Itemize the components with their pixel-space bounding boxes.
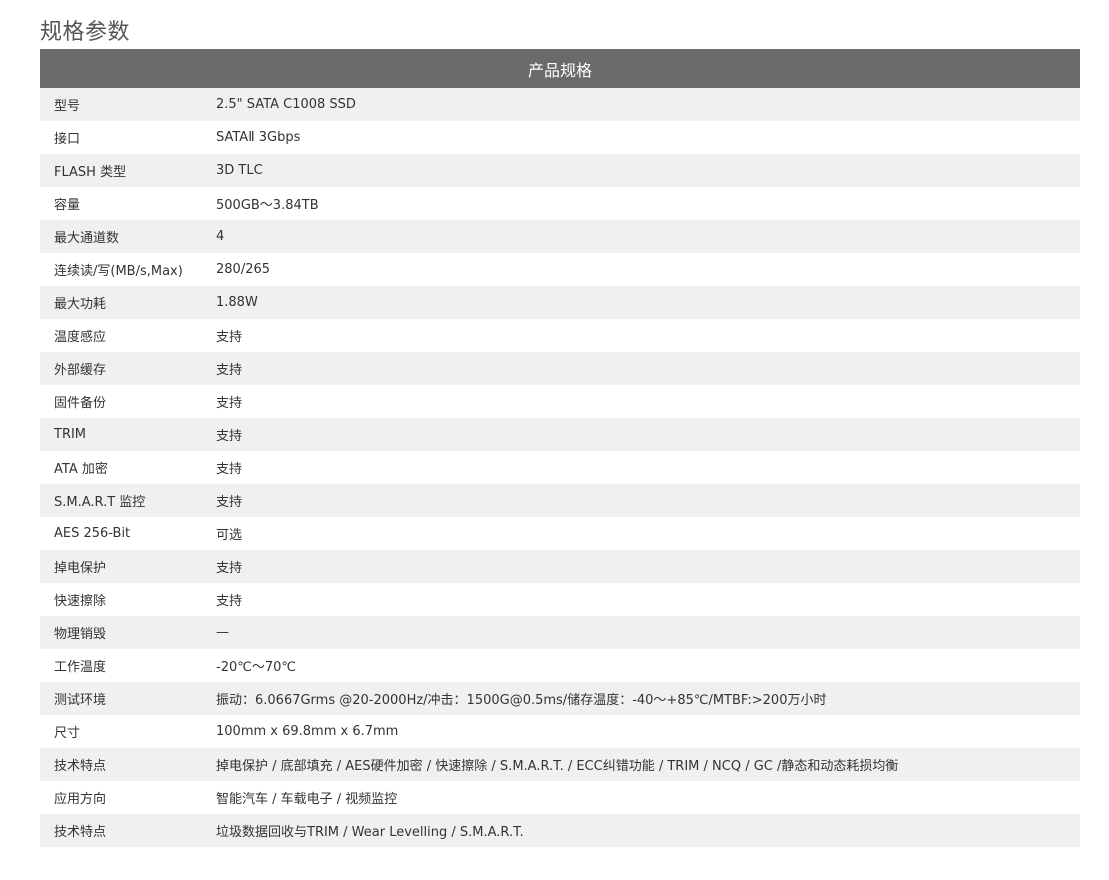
spec-label: AES 256-Bit	[40, 517, 202, 550]
table-row: ATA 加密 支持	[40, 451, 1081, 484]
table-row: TRIM 支持	[40, 418, 1081, 451]
spec-label: 最大功耗	[40, 286, 202, 319]
spec-label: 技术特点	[40, 814, 202, 847]
table-row: 尺寸 100mm x 69.8mm x 6.7mm	[40, 715, 1081, 748]
spec-label: ATA 加密	[40, 451, 202, 484]
spec-value: —	[202, 616, 1081, 649]
table-row: 型号 2.5" SATA C1008 SSD	[40, 88, 1081, 121]
table-row: S.M.A.R.T 监控 支持	[40, 484, 1081, 517]
table-row: 测试环境 振动：6.0667Grms @20-2000Hz/冲击：1500G@0.…	[40, 682, 1081, 715]
spec-table: 产品规格 型号 2.5" SATA C1008 SSD 接口 SATAⅡ 3Gbps…	[40, 49, 1081, 847]
spec-value: 支持	[202, 385, 1081, 418]
spec-label: 掉电保护	[40, 550, 202, 583]
spec-label: S.M.A.R.T 监控	[40, 484, 202, 517]
spec-value: 可选	[202, 517, 1081, 550]
table-row: AES 256-Bit 可选	[40, 517, 1081, 550]
spec-value: 支持	[202, 484, 1081, 517]
table-row: 物理销毁 —	[40, 616, 1081, 649]
spec-value: 支持	[202, 451, 1081, 484]
spec-label: 容量	[40, 187, 202, 220]
spec-label: 温度感应	[40, 319, 202, 352]
table-row: 技术特点 掉电保护 / 底部填充 / AES硬件加密 / 快速擦除 / S.M.A…	[40, 748, 1081, 781]
spec-value: 智能汽车 / 车载电子 / 视频监控	[202, 781, 1081, 814]
table-row: 容量 500GB～3.84TB	[40, 187, 1081, 220]
table-row: 技术特点 垃圾数据回收与TRIM / Wear Levelling / S.M.A…	[40, 814, 1081, 847]
spec-label: 快速擦除	[40, 583, 202, 616]
spec-value: 支持	[202, 418, 1081, 451]
spec-value: 280/265	[202, 253, 1081, 286]
table-header-row: 产品规格	[40, 49, 1081, 88]
spec-value: 支持	[202, 550, 1081, 583]
spec-label: 接口	[40, 121, 202, 154]
spec-value: 支持	[202, 352, 1081, 385]
spec-value: 500GB～3.84TB	[202, 187, 1081, 220]
table-row: 最大功耗 1.88W	[40, 286, 1081, 319]
spec-label: 尺寸	[40, 715, 202, 748]
spec-label: FLASH 类型	[40, 154, 202, 187]
spec-value: 支持	[202, 583, 1081, 616]
spec-label: 物理销毁	[40, 616, 202, 649]
spec-label: 技术特点	[40, 748, 202, 781]
spec-value: 2.5" SATA C1008 SSD	[202, 88, 1081, 121]
spec-value: 1.88W	[202, 286, 1081, 319]
spec-label: 外部缓存	[40, 352, 202, 385]
table-row: 掉电保护 支持	[40, 550, 1081, 583]
table-header: 产品规格	[40, 49, 1081, 88]
spec-label: 固件备份	[40, 385, 202, 418]
table-row: 接口 SATAⅡ 3Gbps	[40, 121, 1081, 154]
spec-label: 连续读/写(MB/s,Max)	[40, 253, 202, 286]
spec-label: 最大通道数	[40, 220, 202, 253]
table-row: FLASH 类型 3D TLC	[40, 154, 1081, 187]
table-row: 工作温度 -20℃～70℃	[40, 649, 1081, 682]
table-row: 快速擦除 支持	[40, 583, 1081, 616]
spec-value: 掉电保护 / 底部填充 / AES硬件加密 / 快速擦除 / S.M.A.R.T…	[202, 748, 1081, 781]
page-title: 规格参数	[40, 20, 131, 45]
spec-value: SATAⅡ 3Gbps	[202, 121, 1081, 154]
table-row: 应用方向 智能汽车 / 车载电子 / 视频监控	[40, 781, 1081, 814]
spec-value: -20℃～70℃	[202, 649, 1081, 682]
spec-label: TRIM	[40, 418, 202, 451]
spec-value: 振动：6.0667Grms @20-2000Hz/冲击：1500G@0.5ms/…	[202, 682, 1081, 715]
spec-label: 测试环境	[40, 682, 202, 715]
spec-value: 垃圾数据回收与TRIM / Wear Levelling / S.M.A.R.T…	[202, 814, 1081, 847]
spec-label: 应用方向	[40, 781, 202, 814]
spec-value: 支持	[202, 319, 1081, 352]
spec-label: 型号	[40, 88, 202, 121]
table-row: 外部缓存 支持	[40, 352, 1081, 385]
spec-label: 工作温度	[40, 649, 202, 682]
table-row: 温度感应 支持	[40, 319, 1081, 352]
spec-value: 4	[202, 220, 1081, 253]
spec-value: 100mm x 69.8mm x 6.7mm	[202, 715, 1081, 748]
table-row: 连续读/写(MB/s,Max) 280/265	[40, 253, 1081, 286]
table-row: 最大通道数 4	[40, 220, 1081, 253]
table-row: 固件备份 支持	[40, 385, 1081, 418]
spec-table-body: 型号 2.5" SATA C1008 SSD 接口 SATAⅡ 3Gbps FLAS…	[40, 88, 1081, 847]
spec-value: 3D TLC	[202, 154, 1081, 187]
